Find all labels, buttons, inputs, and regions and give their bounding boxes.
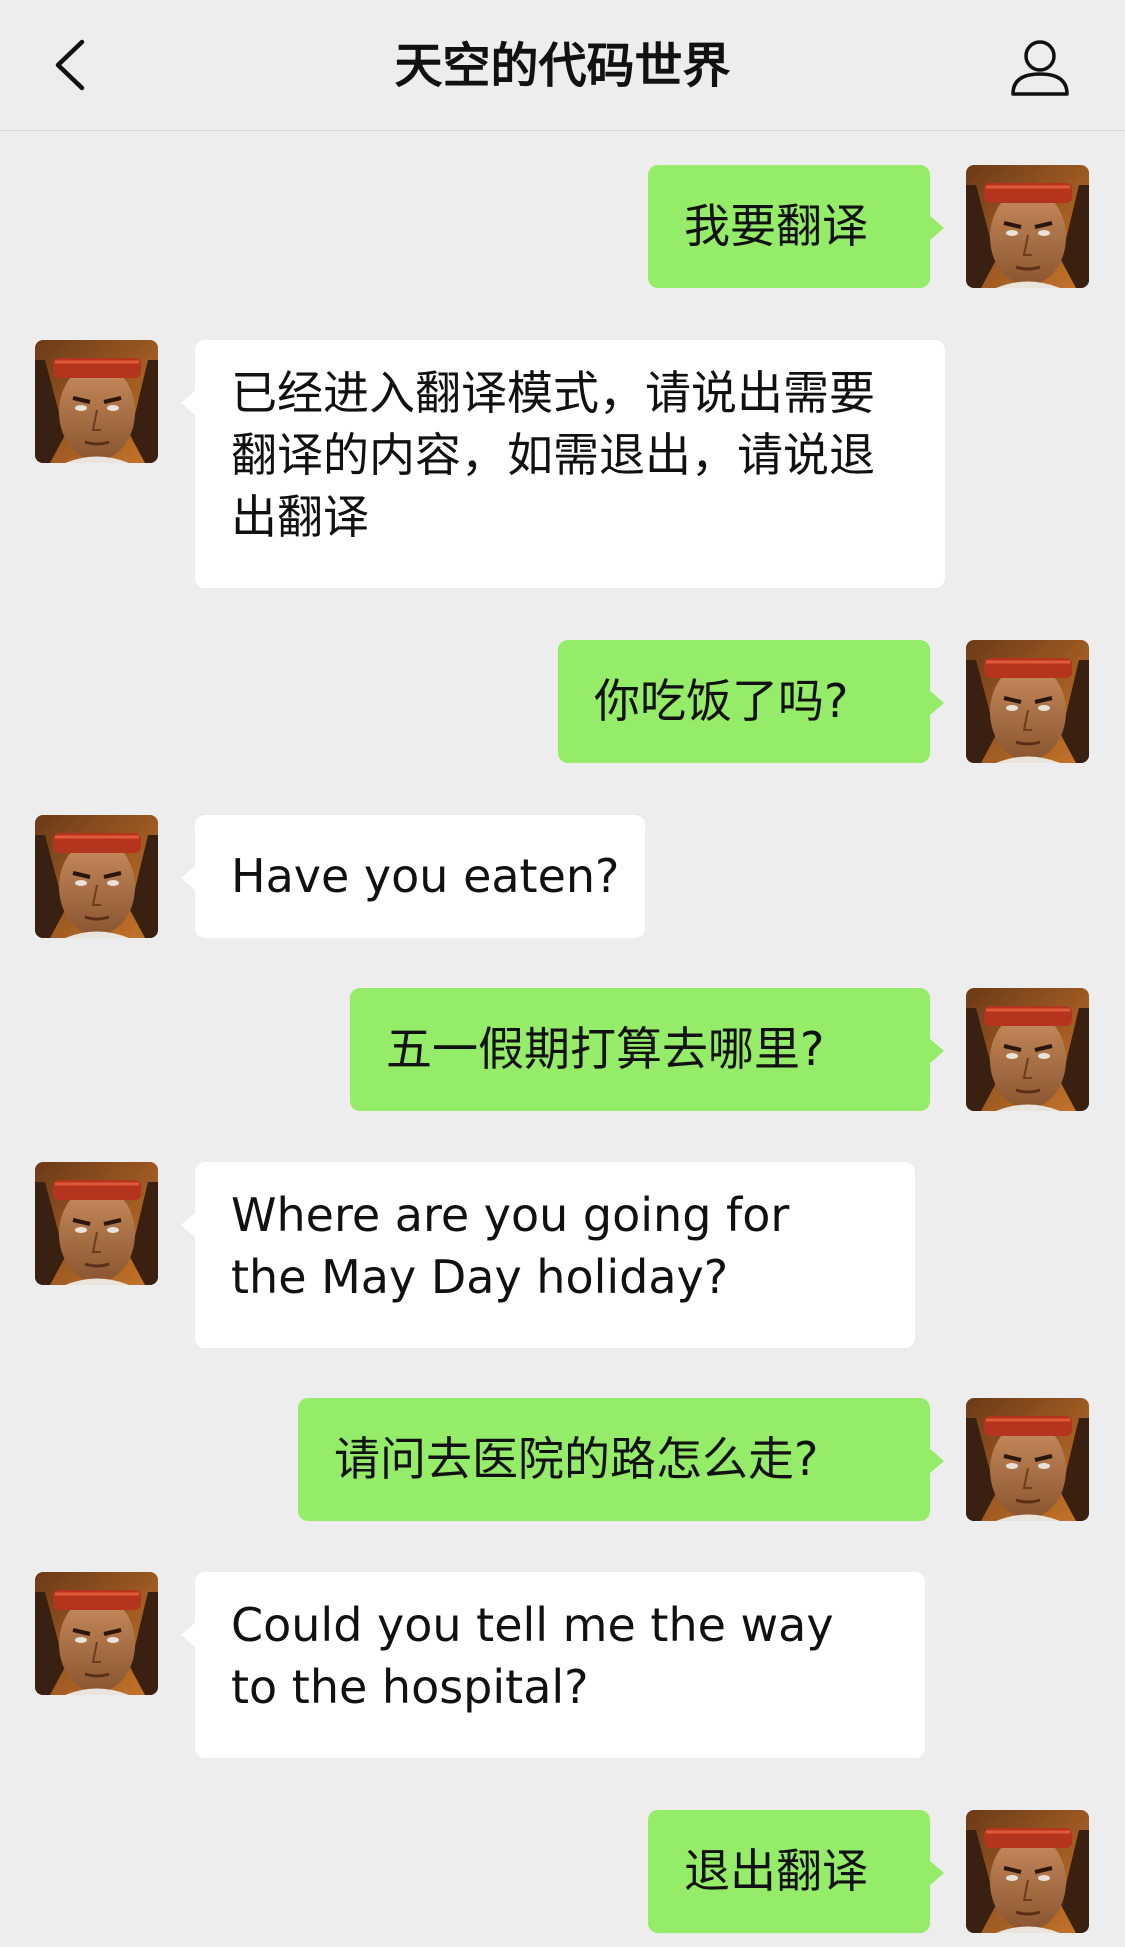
avatar-image <box>966 640 1089 763</box>
sent-message-bubble[interactable]: 我要翻译 <box>648 165 944 288</box>
received-message-bubble[interactable]: Where are you going for the May Day holi… <box>181 1162 915 1348</box>
my-avatar[interactable] <box>966 1398 1089 1521</box>
avatar-image <box>35 340 158 463</box>
sent-message-bubble[interactable]: 请问去医院的路怎么走? <box>298 1398 944 1521</box>
received-message-bubble[interactable]: Have you eaten? <box>181 815 645 938</box>
avatar-image <box>966 1810 1089 1933</box>
user-icon <box>1011 40 1069 96</box>
my-avatar[interactable] <box>966 165 1089 288</box>
received-message-bubble[interactable]: 已经进入翻译模式，请说出需要翻译的内容，如需退出，请说退出翻译 <box>181 340 945 588</box>
bot-avatar[interactable] <box>35 1572 158 1695</box>
nav-bar: 天空的代码世界 <box>0 0 1125 131</box>
avatar-image <box>35 1572 158 1695</box>
avatar-image <box>966 165 1089 288</box>
bot-avatar[interactable] <box>35 1162 158 1285</box>
my-avatar[interactable] <box>966 988 1089 1111</box>
bot-avatar[interactable] <box>35 815 158 938</box>
chat-info-button[interactable] <box>1005 32 1075 102</box>
my-avatar[interactable] <box>966 1810 1089 1933</box>
bot-avatar[interactable] <box>35 340 158 463</box>
avatar-image <box>966 988 1089 1111</box>
received-message-bubble[interactable]: Could you tell me the way to the hospita… <box>181 1572 925 1758</box>
sent-message-bubble[interactable]: 五一假期打算去哪里? <box>350 988 944 1111</box>
sent-message-bubble[interactable]: 你吃饭了吗? <box>558 640 944 763</box>
sent-message-bubble[interactable]: 退出翻译 <box>648 1810 944 1933</box>
avatar-image <box>35 815 158 938</box>
chat-title: 天空的代码世界 <box>394 38 731 94</box>
avatar-image <box>966 1398 1089 1521</box>
my-avatar[interactable] <box>966 640 1089 763</box>
avatar-image <box>35 1162 158 1285</box>
